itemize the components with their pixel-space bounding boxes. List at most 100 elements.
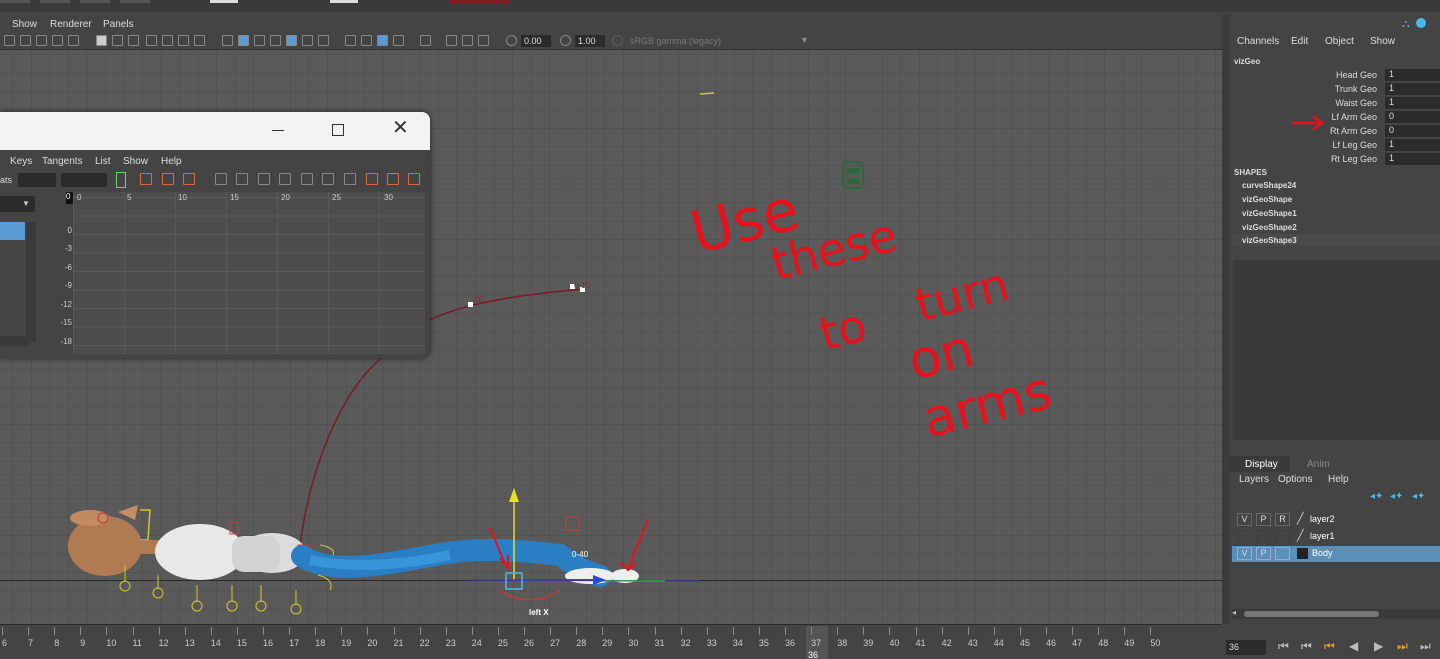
outliner-selected-item[interactable] (0, 222, 25, 240)
shape-item[interactable]: vizGeoShape (1242, 195, 1292, 204)
object-name[interactable]: vizGeo (1234, 57, 1260, 66)
tangent-icon[interactable] (279, 173, 291, 185)
playback-toggle[interactable] (1256, 530, 1271, 543)
move-icon[interactable] (344, 173, 356, 185)
step-back-icon[interactable]: ◀ (1349, 639, 1358, 653)
visibility-toggle[interactable]: V (1237, 513, 1252, 526)
menu-layers[interactable]: Layers (1239, 474, 1269, 485)
color-swatch-icon[interactable]: ╱ (1297, 529, 1304, 542)
go-to-start-icon[interactable]: ⏮ (1278, 639, 1289, 654)
layer-scrollbar[interactable]: ◂ (1232, 608, 1440, 619)
attribute-row[interactable]: Trunk Geo 1 (1230, 82, 1440, 96)
clamped-icon[interactable] (162, 173, 174, 185)
tangent-icon[interactable] (258, 173, 270, 185)
step-forward-key-icon[interactable]: ⏭ (1397, 639, 1408, 654)
time-slider[interactable]: 36 6 7 8 9 10 11 12 13 14 15 16 17 18 19 20 21 22 23 24 25 2… (0, 624, 1222, 659)
frame-tick (497, 627, 499, 635)
layer-row[interactable]: ╱ layer1 (1235, 529, 1440, 545)
step-back-key-icon[interactable]: ⏮ (1324, 639, 1335, 654)
layer-row-selected[interactable]: V P Body (1232, 546, 1440, 562)
tab-anim[interactable]: Anim (1292, 456, 1352, 472)
character-torso[interactable] (155, 524, 245, 580)
attribute-row[interactable]: Lf Leg Geo 1 (1230, 138, 1440, 152)
key-icon[interactable] (116, 172, 126, 188)
time-editor-icon[interactable] (408, 173, 420, 185)
layer-row[interactable]: V P R ╱ layer2 (1235, 512, 1440, 528)
attribute-value[interactable]: 1 (1385, 83, 1440, 95)
new-layer-selected-icon[interactable]: ◂✦ (1390, 491, 1403, 502)
visibility-toggle[interactable] (1237, 530, 1252, 543)
stats-field[interactable] (61, 173, 107, 187)
current-frame-field[interactable]: 36 (1226, 640, 1266, 655)
playback-toggle[interactable]: P (1256, 513, 1271, 526)
maximize-icon[interactable] (332, 124, 344, 136)
new-empty-layer-icon[interactable]: ◂✦ (1412, 491, 1425, 502)
shape-item[interactable]: vizGeoShape2 (1242, 223, 1297, 232)
color-swatch-icon[interactable]: ╱ (1297, 512, 1304, 525)
playback-toggle[interactable]: P (1256, 547, 1271, 560)
dope-sheet-icon[interactable] (366, 173, 378, 185)
graph-area[interactable] (73, 192, 425, 354)
shape-item[interactable]: vizGeoShape3 (1242, 236, 1297, 245)
attribute-value[interactable]: 1 (1385, 139, 1440, 151)
menu-channels[interactable]: Channels (1237, 36, 1279, 47)
shape-item[interactable]: curveShape24 (1242, 181, 1296, 190)
menu-help[interactable]: Help (1328, 474, 1349, 485)
outliner-scrollbar[interactable] (26, 222, 36, 342)
attribute-value[interactable]: 1 (1385, 97, 1440, 109)
menu-options[interactable]: Options (1278, 474, 1312, 485)
graph-editor-window[interactable]: ✕ Keys Tangents List Show Help ats ▼ 0 0… (0, 112, 430, 358)
auto-tangent-icon[interactable] (215, 173, 227, 185)
attribute-value[interactable]: 0 (1385, 125, 1440, 137)
new-layer-icon[interactable]: ◂✦ (1370, 491, 1383, 502)
tab-display[interactable]: Display (1230, 456, 1290, 472)
chevron-down-icon[interactable]: ▼ (22, 199, 30, 208)
color-swatch-icon[interactable] (1297, 548, 1308, 559)
menu-show[interactable]: Show (123, 156, 148, 167)
reference-toggle[interactable] (1275, 547, 1290, 560)
step-forward-icon[interactable]: ⏭ (1420, 639, 1431, 654)
reference-toggle[interactable]: R (1275, 513, 1290, 526)
frame-tick (993, 627, 995, 635)
minimize-icon[interactable] (272, 130, 284, 131)
menu-object[interactable]: Object (1325, 36, 1354, 47)
panel-splitter[interactable] (1222, 14, 1230, 624)
tangent-icon[interactable] (322, 173, 334, 185)
tangent-icon[interactable] (236, 173, 248, 185)
linear-icon[interactable] (183, 173, 195, 185)
menu-tangents[interactable]: Tangents (42, 156, 83, 167)
character-head[interactable] (68, 516, 142, 576)
outliner-filter[interactable]: ▼ (0, 196, 35, 212)
motion-path-key[interactable] (468, 302, 473, 307)
menu-edit[interactable]: Edit (1291, 36, 1308, 47)
layer-name[interactable]: layer2 (1310, 514, 1335, 524)
x-tick: 20 (281, 193, 290, 202)
tangent-icon[interactable] (301, 173, 313, 185)
stats-field[interactable] (18, 173, 56, 187)
trax-icon[interactable] (387, 173, 399, 185)
frame-number: 15 (236, 638, 247, 648)
menu-keys[interactable]: Keys (10, 156, 32, 167)
attribute-row[interactable]: Lf Arm Geo 0 (1230, 110, 1440, 124)
attribute-row[interactable]: Head Geo 1 (1230, 68, 1440, 82)
menu-list[interactable]: List (95, 156, 111, 167)
play-icon[interactable]: ▶ (1374, 639, 1383, 653)
layer-name[interactable]: layer1 (1310, 531, 1335, 541)
step-back-key-icon[interactable]: ⏮ (1301, 639, 1312, 654)
attribute-row[interactable]: Rt Arm Geo 0 (1230, 124, 1440, 138)
spline-icon[interactable] (140, 173, 152, 185)
shape-item[interactable]: vizGeoShape1 (1242, 209, 1297, 218)
attribute-row[interactable]: Rt Leg Geo 1 (1230, 152, 1440, 166)
menu-show[interactable]: Show (1370, 36, 1395, 47)
reference-toggle[interactable] (1275, 530, 1290, 543)
attribute-value[interactable]: 0 (1385, 111, 1440, 123)
attribute-value[interactable]: 1 (1385, 153, 1440, 165)
window-title-bar[interactable]: ✕ (0, 112, 430, 150)
visibility-toggle[interactable]: V (1237, 547, 1252, 560)
layer-name[interactable]: Body (1312, 548, 1333, 558)
close-icon[interactable]: ✕ (392, 118, 409, 138)
attribute-value[interactable]: 1 (1385, 69, 1440, 81)
menu-help[interactable]: Help (161, 156, 182, 167)
horizontal-scrollbar[interactable] (0, 336, 30, 346)
attribute-row[interactable]: Waist Geo 1 (1230, 96, 1440, 110)
